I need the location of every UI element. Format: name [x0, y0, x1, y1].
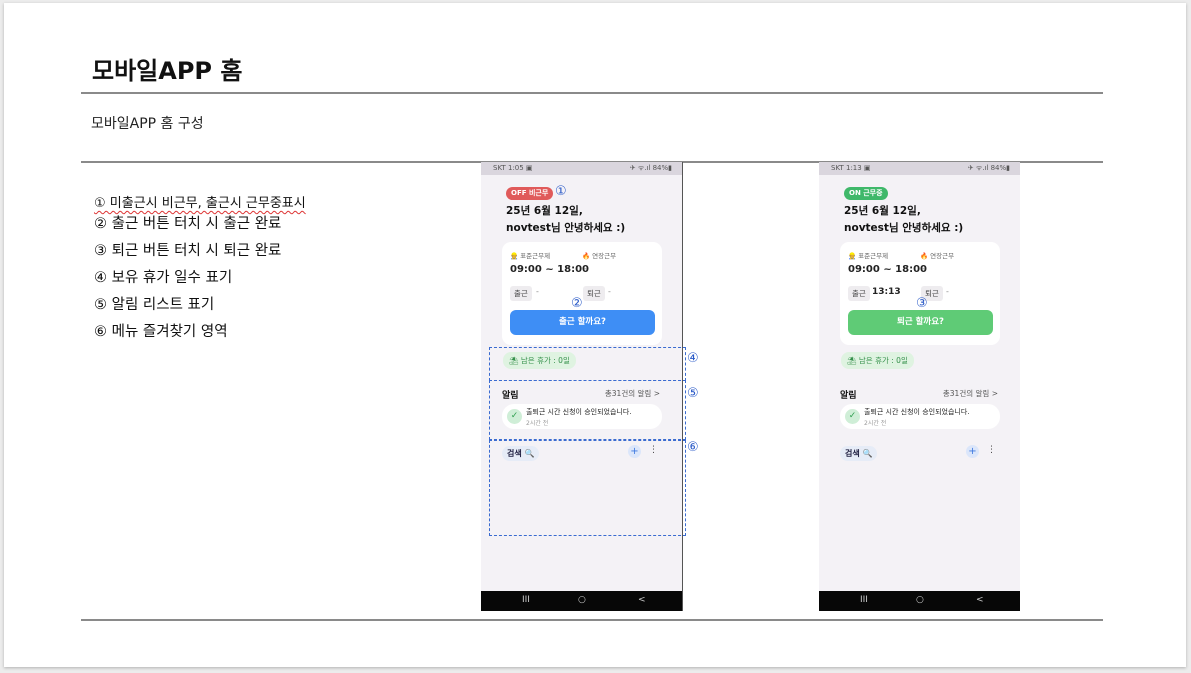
notification-message: 출퇴근 시간 신청이 승인되었습니다.: [864, 408, 970, 416]
greeting-date: 25년 6월 12일,: [506, 205, 583, 217]
notification-title: 알림: [840, 391, 857, 401]
title-divider: [81, 92, 1103, 94]
slide-title: 모바일APP 홈: [92, 57, 243, 85]
status-carrier-time: SKT 1:05 ▣: [493, 164, 533, 172]
add-favorite-button[interactable]: +: [966, 445, 979, 458]
recent-apps-button[interactable]: III: [860, 595, 868, 605]
greeting: 25년 6월 12일, novtest님 안녕하세요 :): [506, 203, 625, 237]
slide-subtitle: 모바일APP 홈 구성: [91, 116, 204, 132]
standard-work-label: 👷 표준근무제: [848, 252, 889, 260]
annotation-marker-6: ⑥: [687, 440, 699, 455]
description-item: ⑤ 알림 리스트 표기: [94, 297, 215, 313]
overtime-value: -: [922, 264, 926, 274]
checkin-value: 13:13: [872, 287, 901, 297]
remaining-leave-chip[interactable]: ⛱ 남은 휴가 : 0일: [841, 352, 914, 369]
description-list: ① 미출근시 비근무, 출근시 근무중표시 ② 출근 버튼 터치 시 출근 완료…: [94, 194, 306, 349]
checkin-button[interactable]: 출근 할까요?: [510, 310, 655, 335]
description-item: ② 출근 버튼 터치 시 출근 완료: [94, 216, 282, 232]
status-battery: ✈ ᯤ.ıl 84%▮: [967, 164, 1010, 172]
work-time: 09:00 ~ 18:00: [848, 264, 928, 275]
greeting-date: 25년 6월 12일,: [844, 205, 921, 217]
status-battery: ✈ ᯤ.ıl 84%▮: [629, 164, 672, 172]
back-button[interactable]: <: [638, 595, 646, 605]
overtime-label: 🔥 연장근무: [920, 252, 955, 260]
checkout-button[interactable]: 퇴근 할까요?: [848, 310, 993, 335]
status-carrier-time: SKT 1:13 ▣: [831, 164, 871, 172]
greeting: 25년 6월 12일, novtest님 안녕하세요 :): [844, 203, 963, 237]
description-item: ⑥ 메뉴 즐겨찾기 영역: [94, 324, 228, 340]
description-item: ③ 퇴근 버튼 터치 시 퇴근 완료: [94, 243, 282, 259]
annotation-marker-2: ②: [571, 296, 583, 311]
checkout-value: -: [608, 287, 611, 296]
bottom-divider: [81, 619, 1103, 621]
work-time: 09:00 ~ 18:00: [510, 264, 590, 275]
status-bar: SKT 1:05 ▣ ✈ ᯤ.ıl 84%▮: [481, 162, 682, 175]
attendance-card: 👷 표준근무제 🔥 연장근무 09:00 ~ 18:00 - 출근 - 퇴근 -…: [502, 242, 662, 345]
notification-highlight-box: [489, 380, 686, 440]
home-button[interactable]: ○: [578, 595, 586, 605]
notification-time: 2시간 전: [864, 420, 887, 427]
leave-highlight-box: [489, 347, 686, 381]
notification-count-link[interactable]: 총31건의 알림 >: [943, 388, 998, 399]
overtime-label: 🔥 연장근무: [582, 252, 617, 260]
android-nav-bar: III ○ <: [819, 591, 1020, 611]
more-menu-icon[interactable]: ⋮: [987, 445, 996, 455]
standard-work-label: 👷 표준근무제: [510, 252, 551, 260]
greeting-user: novtest님 안녕하세요 :): [844, 222, 964, 234]
checkin-label: 출근: [510, 286, 532, 301]
annotation-marker-1: ①: [555, 184, 567, 199]
status-bar: SKT 1:13 ▣ ✈ ᯤ.ıl 84%▮: [819, 162, 1020, 175]
check-icon: ✓: [845, 409, 860, 424]
favorites-highlight-box: [489, 440, 686, 536]
overtime-value: -: [584, 264, 588, 274]
annotation-marker-5: ⑤: [687, 386, 699, 401]
work-status-badge: OFF 비근무: [506, 187, 554, 200]
back-button[interactable]: <: [976, 595, 984, 605]
work-status-badge: ON 근무중: [844, 187, 888, 200]
phone-screenshot-after: SKT 1:13 ▣ ✈ ᯤ.ıl 84%▮ ON 근무중 25년 6월 12일…: [819, 162, 1020, 611]
annotation-marker-3: ③: [916, 296, 928, 311]
annotation-marker-4: ④: [687, 351, 699, 366]
notification-item[interactable]: ✓ 출퇴근 시간 신청이 승인되었습니다. 2시간 전: [840, 404, 1000, 429]
greeting-user: novtest님 안녕하세요 :): [506, 222, 626, 234]
recent-apps-button[interactable]: III: [522, 595, 530, 605]
home-button[interactable]: ○: [916, 595, 924, 605]
search-favorite-chip[interactable]: 검색 🔍: [840, 446, 878, 461]
description-item: ④ 보유 휴가 일수 표기: [94, 270, 233, 286]
checkin-value: -: [536, 287, 539, 296]
android-nav-bar: III ○ <: [481, 591, 682, 611]
checkout-value: -: [946, 287, 949, 296]
description-item: ① 미출근시 비근무, 출근시 근무중표시: [94, 196, 306, 211]
checkin-label: 출근: [848, 286, 870, 301]
checkout-label: 퇴근: [583, 286, 605, 301]
attendance-card: 👷 표준근무제 🔥 연장근무 09:00 ~ 18:00 - 출근 13:13 …: [840, 242, 1000, 345]
